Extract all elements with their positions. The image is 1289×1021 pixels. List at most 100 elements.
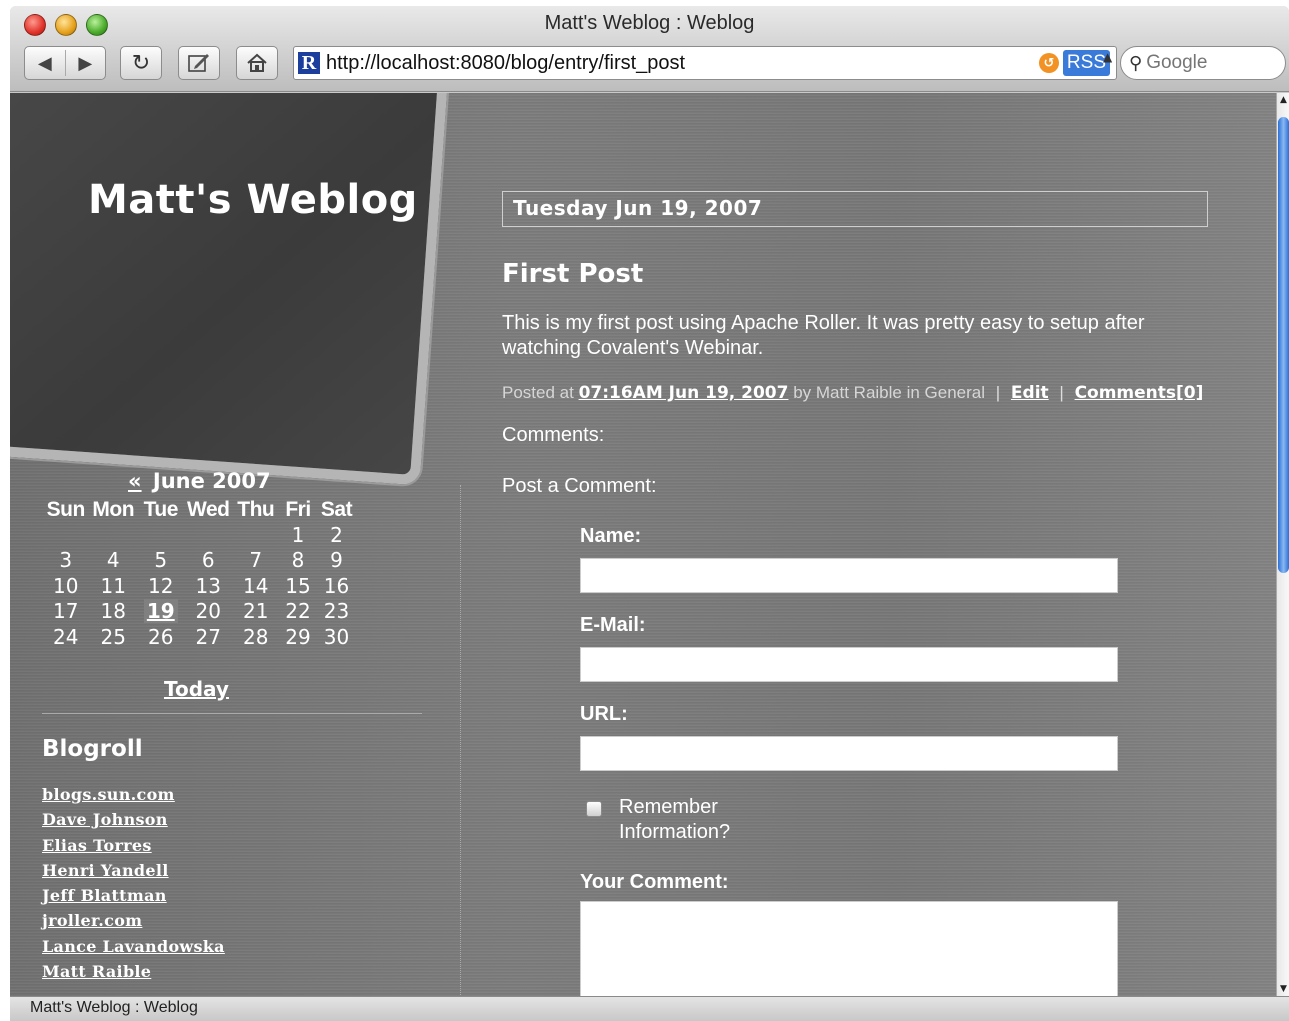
status-bar: Matt's Weblog : Weblog xyxy=(10,996,1289,1021)
list-item: jroller.com xyxy=(42,911,225,936)
pencil-icon xyxy=(188,54,209,72)
comments-link[interactable]: Comments[0] xyxy=(1075,383,1204,403)
search-input[interactable] xyxy=(1146,52,1267,74)
blogroll-link[interactable]: Dave Johnson xyxy=(42,810,168,829)
calendar-day: 17 xyxy=(53,599,79,624)
title-bar: Matt's Weblog : Weblog ◀ ▶ ↻ R http://lo… xyxy=(10,6,1289,92)
window-title: Matt's Weblog : Weblog xyxy=(544,12,755,34)
calendar-header: « June 2007 xyxy=(128,469,271,493)
calendar-day: 14 xyxy=(243,573,269,598)
calendar-day: 24 xyxy=(53,624,79,649)
reload-button[interactable]: ↻ xyxy=(120,46,162,80)
blogroll-heading: Blogroll xyxy=(42,736,143,762)
back-forward-buttons: ◀ ▶ xyxy=(24,46,106,80)
calendar-day-active[interactable]: 19 xyxy=(137,599,185,624)
weekday-label: Sat xyxy=(320,497,353,521)
post-date-heading: Tuesday Jun 19, 2007 xyxy=(502,191,1208,227)
weekday-label: Sun xyxy=(46,497,86,521)
url-text[interactable]: http://localhost:8080/blog/entry/first_p… xyxy=(326,52,1039,75)
name-label: Name: xyxy=(580,525,642,547)
calendar-day: 16 xyxy=(323,573,350,598)
calendar-day: 12 xyxy=(148,573,174,598)
list-item: Lance Lavandowska xyxy=(42,937,225,962)
name-field[interactable] xyxy=(580,558,1118,593)
weekday-label: Mon xyxy=(92,497,135,521)
blogroll-link[interactable]: jroller.com xyxy=(42,911,142,930)
email-field[interactable] xyxy=(580,647,1118,682)
page-content: Matt's Weblog « June 2007 Sun Mon Tue We… xyxy=(10,93,1276,996)
calendar-day: 18 xyxy=(100,599,126,624)
weekday-label: Tue xyxy=(143,497,179,521)
calendar-day: 10 xyxy=(53,573,79,598)
weekday-label: Wed xyxy=(187,497,230,521)
back-arrow-icon[interactable]: ◀ xyxy=(25,53,65,74)
address-bar[interactable]: R http://localhost:8080/blog/entry/first… xyxy=(293,46,1117,80)
browser-window: Matt's Weblog : Weblog ◀ ▶ ↻ R http://lo… xyxy=(10,6,1289,1021)
calendar-day: 26 xyxy=(148,624,174,649)
calendar-day: 2 xyxy=(330,523,343,548)
calendar-day: 7 xyxy=(249,548,263,573)
list-item: Jeff Blattman xyxy=(42,886,225,911)
edit-link[interactable]: Edit xyxy=(1011,383,1049,403)
vertical-scrollbar[interactable]: ▲ ▼ xyxy=(1276,93,1289,996)
column-divider xyxy=(460,485,461,996)
blogroll-link[interactable]: blogs.sun.com xyxy=(42,785,175,804)
home-button[interactable] xyxy=(236,46,278,80)
weekday-label: Thu xyxy=(237,497,275,521)
remember-label: Remember Information? xyxy=(619,796,731,843)
post-title: First Post xyxy=(502,259,644,289)
list-item: blogs.sun.com xyxy=(42,785,225,810)
calendar-day: 30 xyxy=(323,624,350,649)
forward-arrow-icon[interactable]: ▶ xyxy=(66,53,106,74)
today-link[interactable]: Today xyxy=(164,677,229,701)
scroll-down-icon[interactable]: ▼ xyxy=(1278,984,1289,994)
comment-textarea[interactable] xyxy=(580,901,1118,996)
reload-icon: ↻ xyxy=(131,50,151,76)
calendar-day: 9 xyxy=(330,548,343,573)
blogroll-link[interactable]: Lance Lavandowska xyxy=(42,937,225,956)
site-title[interactable]: Matt's Weblog xyxy=(88,177,418,223)
header-panel xyxy=(10,93,449,486)
remember-checkbox[interactable] xyxy=(586,801,602,817)
post-body: This is my first post using Apache Rolle… xyxy=(502,312,1145,359)
blogroll-link[interactable]: Jeff Blattman xyxy=(42,886,167,905)
weekday-label: Fri xyxy=(285,497,311,521)
permalink[interactable]: 07:16AM Jun 19, 2007 xyxy=(579,383,789,403)
blogroll-link[interactable]: Elias Torres xyxy=(42,836,152,855)
calendar-day: 1 xyxy=(291,523,305,548)
calendar-day: 6 xyxy=(201,548,215,573)
calendar-week: 1 2 xyxy=(42,522,357,547)
list-item: Henri Yandell xyxy=(42,861,225,886)
calendar-day-link[interactable]: 19 xyxy=(143,599,178,624)
url-label: URL: xyxy=(580,703,628,725)
prev-month-link[interactable]: « xyxy=(128,469,142,493)
post-meta: Posted at 07:16AM Jun 19, 2007 by Matt R… xyxy=(502,383,1203,403)
comment-label: Your Comment: xyxy=(580,871,729,893)
resize-caret-icon[interactable]: ▲ xyxy=(1103,50,1112,64)
scroll-thumb[interactable] xyxy=(1278,117,1289,573)
home-icon xyxy=(247,53,267,72)
bookmark-button[interactable] xyxy=(178,46,220,80)
blogroll-link[interactable]: Matt Raible xyxy=(42,962,151,981)
calendar-day: 8 xyxy=(291,548,305,573)
site-favicon-icon: R xyxy=(298,52,320,74)
sidebar-divider xyxy=(42,713,422,714)
snapback-icon[interactable]: ↺ xyxy=(1038,53,1059,73)
calendar-day: 29 xyxy=(285,624,311,649)
email-label: E-Mail: xyxy=(580,614,646,636)
list-item: Dave Johnson xyxy=(42,810,225,835)
calendar-day: 25 xyxy=(100,624,126,649)
search-icon[interactable]: ⚲ xyxy=(1129,53,1142,74)
calendar: Sun Mon Tue Wed Thu Fri Sat 1 2 3 4 5 6 … xyxy=(42,497,357,649)
calendar-day: 11 xyxy=(100,573,126,598)
calendar-week: 3 4 5 6 7 8 9 xyxy=(42,548,357,573)
posted-at-label: Posted at xyxy=(502,383,574,402)
search-box[interactable]: ⚲ xyxy=(1120,46,1286,80)
scroll-up-icon[interactable]: ▲ xyxy=(1278,95,1289,105)
meta-separator: | xyxy=(995,383,1001,402)
blogroll-link[interactable]: Henri Yandell xyxy=(42,861,169,880)
list-item: Matt Raible xyxy=(42,962,225,987)
calendar-day: 22 xyxy=(285,599,311,624)
meta-separator: | xyxy=(1059,383,1064,402)
url-field[interactable] xyxy=(580,736,1118,771)
